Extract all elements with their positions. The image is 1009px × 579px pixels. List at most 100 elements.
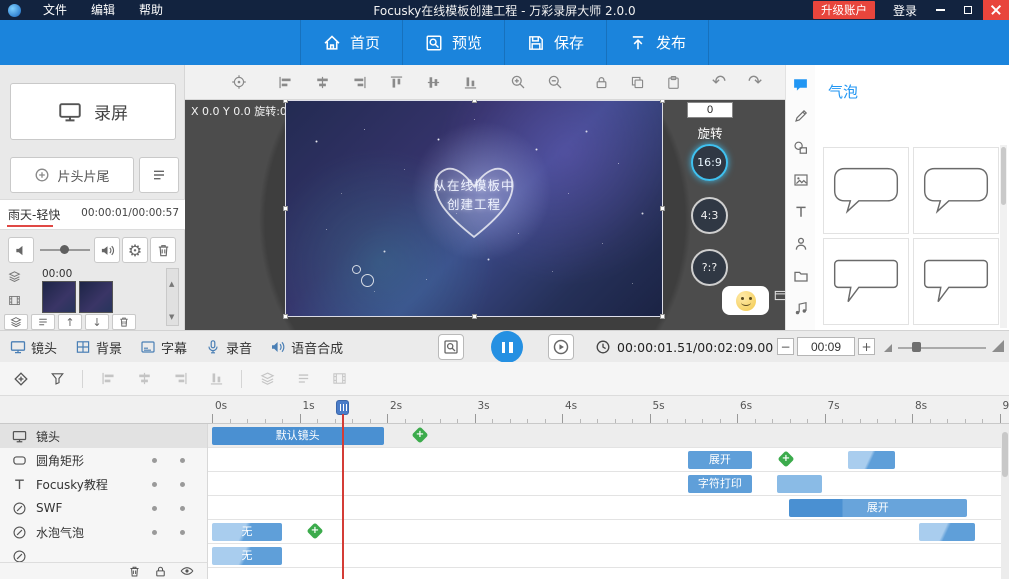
timeline-clip[interactable] [919, 523, 974, 541]
duration-minus-button[interactable]: − [777, 338, 794, 355]
timeline-clip[interactable]: 展开 [789, 499, 967, 517]
home-button[interactable]: 首页 [300, 20, 402, 65]
timeline-clip[interactable]: 无 [212, 547, 283, 565]
timeline-scrollbar[interactable] [1001, 424, 1009, 579]
undo-button[interactable] [707, 70, 731, 94]
character-tool-button[interactable] [790, 235, 812, 253]
align-clips-center-button[interactable] [133, 368, 155, 390]
bubble-tool-button[interactable] [790, 75, 812, 93]
track-visibility-button[interactable] [180, 564, 194, 578]
text-tool-button[interactable] [790, 203, 812, 221]
volume-slider[interactable] [40, 237, 90, 263]
move-up-button[interactable] [58, 314, 82, 330]
timeline-clip[interactable]: 无 [212, 523, 283, 541]
filter-tracks-button[interactable] [46, 368, 68, 390]
playhead[interactable] [336, 400, 349, 579]
timeline-clip[interactable] [848, 451, 895, 469]
timeline-ruler[interactable]: 0s1s2s3s4s5s6s7s8s9s [0, 396, 1009, 424]
close-button[interactable] [983, 0, 1009, 20]
intro-outro-button[interactable]: 片头片尾 [10, 157, 134, 193]
duration-input[interactable] [797, 337, 855, 356]
stage-canvas[interactable]: X 0.0 Y 0.0 旋转:0.0 缩放: 18% 从在线模板中 创建工程 旋… [185, 100, 785, 330]
resize-handle[interactable] [283, 100, 288, 103]
tab-camera[interactable]: 镜头 [10, 338, 57, 357]
track-keyframe-dot[interactable] [152, 530, 157, 535]
bubble-template-card[interactable] [913, 147, 999, 234]
timeline-clip[interactable]: 字符打印 [688, 475, 753, 493]
track-label[interactable]: Focusky教程 [0, 472, 208, 496]
tab-subtitle[interactable]: 字幕 [140, 338, 187, 357]
paste-button[interactable] [661, 70, 685, 94]
track-lock-button[interactable] [154, 565, 167, 578]
align-center-h-button[interactable] [310, 70, 334, 94]
widget-expand-button[interactable] [774, 289, 785, 302]
audio-fade-button[interactable] [94, 237, 120, 263]
track-keyframe-dot[interactable] [180, 506, 185, 511]
maximize-button[interactable] [955, 0, 981, 20]
tab-tts[interactable]: 语音合成 [270, 338, 343, 357]
menu-edit[interactable]: 编辑 [79, 0, 127, 20]
mute-button[interactable] [8, 237, 34, 263]
timeline-clip[interactable]: 默认镜头 [212, 427, 384, 445]
move-down-button[interactable] [85, 314, 109, 330]
resize-handle[interactable] [283, 314, 288, 319]
track-keyframe-dot[interactable] [180, 482, 185, 487]
copy-button[interactable] [625, 70, 649, 94]
zoom-out-button[interactable] [543, 70, 567, 94]
zoom-slider-thumb[interactable] [912, 342, 921, 352]
file-tool-button[interactable] [790, 267, 812, 285]
scroll-up-icon[interactable] [169, 271, 174, 290]
redo-button[interactable] [743, 70, 767, 94]
bubble-template-card[interactable] [823, 238, 909, 325]
panel-scrollbar[interactable] [1000, 145, 1007, 328]
keyframe-diamond[interactable]: + [411, 427, 428, 444]
bubble-template-card[interactable] [823, 147, 909, 234]
resize-handle[interactable] [283, 206, 288, 211]
track-label[interactable]: 镜头 [0, 424, 208, 448]
tab-background[interactable]: 背景 [75, 338, 122, 357]
duration-plus-button[interactable]: + [858, 338, 875, 355]
scroll-down-icon[interactable] [169, 304, 174, 323]
play-button[interactable] [548, 334, 574, 360]
align-bottom-button[interactable] [458, 70, 482, 94]
resize-handle[interactable] [472, 314, 477, 319]
bubble-template-card[interactable] [913, 238, 999, 325]
publish-button[interactable]: 发布 [606, 20, 709, 65]
aspect-custom-button[interactable]: ?:? [691, 249, 728, 286]
film-options-button[interactable] [328, 368, 350, 390]
shape-tool-button[interactable] [790, 139, 812, 157]
menu-file[interactable]: 文件 [31, 0, 79, 20]
aspect-4-3-button[interactable]: 4:3 [691, 197, 728, 234]
timeline-zoom-slider[interactable] [884, 339, 1004, 355]
scrollbar-thumb[interactable] [1001, 147, 1006, 205]
canvas-center-button[interactable] [227, 70, 251, 94]
music-tool-button[interactable] [790, 299, 812, 317]
resize-handle[interactable] [660, 206, 665, 211]
align-top-button[interactable] [384, 70, 408, 94]
clip-list-scrollbar[interactable] [166, 268, 179, 326]
sequence-clips-button[interactable] [292, 368, 314, 390]
align-clips-right-button[interactable] [169, 368, 191, 390]
audio-delete-button[interactable] [150, 237, 176, 263]
playhead-handle[interactable] [336, 400, 349, 415]
lock-button[interactable] [589, 70, 613, 94]
save-button[interactable]: 保存 [504, 20, 606, 65]
align-left-button[interactable] [273, 70, 297, 94]
audio-track-item[interactable]: 雨天-轻快 00:00:01/00:00:57 [0, 199, 185, 230]
timeline-clip[interactable] [777, 475, 823, 493]
track-keyframe-dot[interactable] [180, 530, 185, 535]
clip-thumbnail[interactable] [79, 281, 113, 313]
track-keyframe-dot[interactable] [152, 458, 157, 463]
track-keyframe-dot[interactable] [180, 458, 185, 463]
clip-thumbnail[interactable] [42, 281, 76, 313]
track-label[interactable]: SWF [0, 496, 208, 520]
sequence-list-button[interactable] [139, 157, 179, 193]
align-right-button[interactable] [347, 70, 371, 94]
keyframe-diamond[interactable]: + [306, 523, 323, 540]
pause-button[interactable] [491, 331, 523, 363]
video-frame[interactable]: 从在线模板中 创建工程 [285, 100, 663, 317]
add-keyframe-button[interactable] [10, 368, 32, 390]
stack-clips-button[interactable] [256, 368, 278, 390]
rotation-input[interactable] [687, 102, 733, 118]
aspect-16-9-button[interactable]: 16:9 [691, 144, 728, 181]
